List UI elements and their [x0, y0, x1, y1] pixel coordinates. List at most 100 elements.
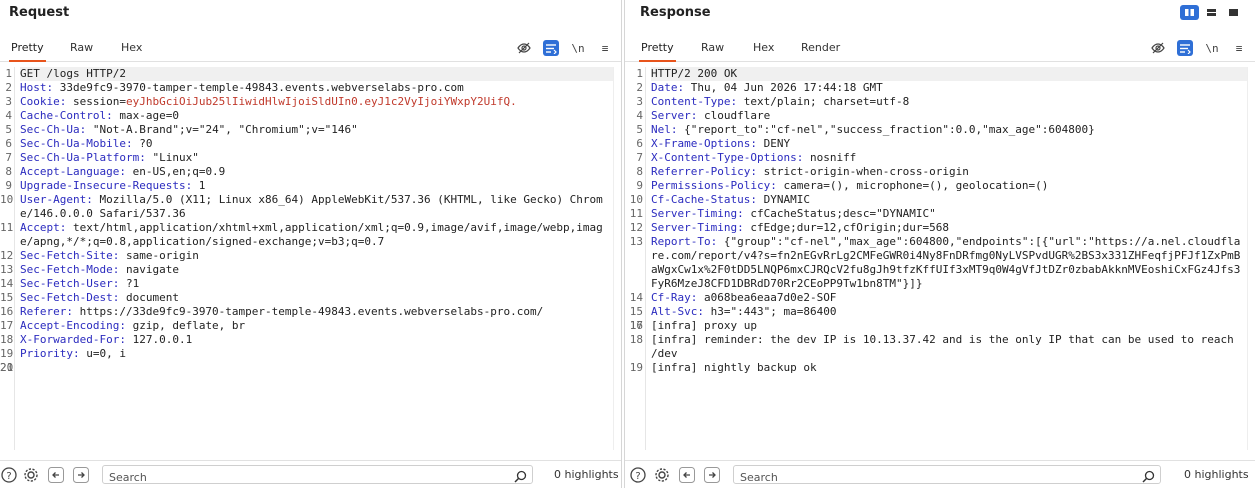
- forward-arrow-icon[interactable]: [703, 466, 720, 483]
- line-text: Date: Thu, 04 Jun 2026 17:44:18 GMT: [651, 81, 1247, 95]
- line-text: Cf-Cache-Status: DYNAMIC: [651, 193, 1247, 207]
- code-line: 13 Sec-Fetch-Mode: navigate: [0, 263, 613, 277]
- response-menu-icon[interactable]: ≡: [1231, 40, 1247, 56]
- newline-toggle-icon[interactable]: \n: [570, 40, 586, 56]
- header-name: Cf-Ray:: [651, 291, 698, 304]
- response-search-box: [733, 465, 1161, 487]
- search-icon[interactable]: [1142, 468, 1155, 487]
- line-text: [infra] nightly backup ok: [651, 361, 1247, 375]
- layout-tabs-icon[interactable]: [1224, 5, 1243, 20]
- header-value: camera=(), microphone=(), geolocation=(): [776, 179, 1049, 192]
- request-scrollbar[interactable]: [613, 67, 621, 450]
- response-editor[interactable]: 1 HTTP/2 200 OK 2 Date: Thu, 04 Jun 2026 17…: [625, 67, 1247, 450]
- header-value: 33de9fc9-3970-tamper-temple-49843.events…: [53, 81, 464, 94]
- help-icon[interactable]: ?: [0, 466, 17, 483]
- request-tab-hex[interactable]: Hex: [119, 36, 144, 62]
- header-name: Server-Timing:: [651, 207, 744, 220]
- response-tab-raw[interactable]: Raw: [699, 36, 726, 62]
- line-number: 3: [636, 95, 643, 108]
- settings-gear-icon[interactable]: [22, 466, 39, 483]
- line-number: 16: [0, 305, 14, 318]
- hide-nonprintable-icon[interactable]: [1150, 40, 1166, 56]
- back-arrow-icon[interactable]: [47, 466, 64, 483]
- response-tools: \n ≡: [1150, 40, 1247, 56]
- header-name: Cf-Cache-Status:: [651, 193, 757, 206]
- header-name: Sec-Fetch-Mode:: [20, 263, 120, 276]
- header-name: X-Forwarded-For:: [20, 333, 126, 346]
- line-number: 12: [0, 249, 14, 262]
- code-line: 12 Sec-Fetch-Site: same-origin: [0, 249, 613, 263]
- pretty-format-icon[interactable]: [543, 40, 559, 56]
- line-text: User-Agent: Mozilla/5.0 (X11; Linux x86_…: [20, 193, 613, 221]
- request-menu-icon[interactable]: ≡: [597, 40, 613, 56]
- line-text: Server-Timing: cfEdge;dur=12,cfOrigin;du…: [651, 221, 1247, 235]
- header-value: en-US,en;q=0.9: [125, 165, 226, 178]
- header-value: u=0, i: [79, 347, 126, 360]
- line-number: 3: [5, 95, 12, 108]
- back-arrow-icon[interactable]: [678, 466, 695, 483]
- code-line: 9 Permissions-Policy: camera=(), micropho…: [625, 179, 1247, 193]
- header-value: strict-origin-when-cross-origin: [756, 165, 969, 178]
- search-icon[interactable]: [514, 468, 527, 487]
- line-text: Referer: https://33de9fc9-3970-tamper-te…: [20, 305, 613, 319]
- code-line: 10 User-Agent: Mozilla/5.0 (X11; Linux x8…: [0, 193, 613, 221]
- svg-text:?: ?: [635, 471, 640, 482]
- header-name: Server-Timing:: [651, 221, 744, 234]
- line-number: 12: [629, 221, 643, 234]
- request-search-input[interactable]: [103, 469, 532, 486]
- response-tab-render[interactable]: Render: [799, 36, 842, 62]
- line-text: [infra] reminder: the dev IP is 10.13.37…: [651, 333, 1247, 361]
- header-value: max-age=0: [112, 109, 179, 122]
- code-line: 1 HTTP/2 200 OK: [625, 67, 1247, 81]
- header-name: Referer:: [20, 305, 73, 318]
- pretty-format-icon[interactable]: [1177, 40, 1193, 56]
- line-number: 1: [636, 67, 643, 80]
- line-text: Report-To: {"group":"cf-nel","max_age":6…: [651, 235, 1247, 291]
- code-line: 5 Sec-Ch-Ua: "Not-A.Brand";v="24", "Chrom…: [0, 123, 613, 137]
- header-name: Server:: [651, 109, 698, 122]
- header-value: text/html,application/xhtml+xml,applicat…: [20, 221, 603, 248]
- header-value: ?0: [132, 137, 153, 150]
- line-number: 18: [629, 333, 643, 346]
- request-editor[interactable]: 1 GET /logs HTTP/2 2 Host: 33de9fc9-3970-ta…: [0, 67, 613, 450]
- line-text: Sec-Ch-Ua-Mobile: ?0: [20, 137, 613, 151]
- header-name: Content-Type:: [651, 95, 738, 108]
- line-number: 14: [629, 291, 643, 304]
- code-line: 11 Accept: text/html,application/xhtml+xm…: [0, 221, 613, 249]
- response-tabbar: Pretty Raw Hex Render \n ≡: [625, 36, 1255, 62]
- code-line: 7 Sec-Ch-Ua-Platform: "Linux": [0, 151, 613, 165]
- request-tab-pretty[interactable]: Pretty: [9, 36, 46, 62]
- line-text: Sec-Fetch-Mode: navigate: [20, 263, 613, 277]
- header-name: Sec-Ch-Ua-Platform:: [20, 151, 146, 164]
- layout-side-by-side-icon[interactable]: [1180, 5, 1199, 20]
- response-tab-pretty[interactable]: Pretty: [639, 36, 676, 62]
- settings-gear-icon[interactable]: [653, 466, 670, 483]
- response-scrollbar[interactable]: [1247, 67, 1255, 450]
- line-number: 7: [636, 151, 643, 164]
- code-line: 8 Accept-Language: en-US,en;q=0.9: [0, 165, 613, 179]
- line-number: 9: [636, 179, 643, 192]
- newline-toggle-icon[interactable]: \n: [1204, 40, 1220, 56]
- header-name: Cookie:: [20, 95, 67, 108]
- layout-stacked-icon[interactable]: [1202, 5, 1221, 20]
- code-line: 16 Referer: https://33de9fc9-3970-tamper-…: [0, 305, 613, 319]
- response-search-input[interactable]: [734, 469, 1160, 486]
- header-name: User-Agent:: [20, 193, 93, 206]
- forward-arrow-icon[interactable]: [72, 466, 89, 483]
- cookie-value: eyJhbGciOiJub25lIiwidHlwIjoiSldUIn0.eyJ1…: [125, 95, 517, 108]
- line-number: 14: [0, 277, 14, 290]
- header-name: Accept:: [20, 221, 67, 234]
- line-number: 19: [0, 347, 14, 360]
- line-text: Priority: u=0, i: [20, 347, 613, 361]
- code-line: 15 Sec-Fetch-Dest: document: [0, 291, 613, 305]
- header-value: document: [119, 291, 179, 304]
- header-value: {"group":"cf-nel","max_age":604800,"endp…: [651, 235, 1241, 290]
- response-tab-hex[interactable]: Hex: [751, 36, 776, 62]
- hide-nonprintable-icon[interactable]: [516, 40, 532, 56]
- code-line: 19 Priority: u=0, i: [0, 347, 613, 361]
- code-line: 1 GET /logs HTTP/2: [0, 67, 613, 81]
- code-line: 13 Report-To: {"group":"cf-nel","max_age"…: [625, 235, 1247, 291]
- line-text: HTTP/2 200 OK: [651, 67, 1247, 81]
- help-icon[interactable]: ?: [629, 466, 646, 483]
- request-tab-raw[interactable]: Raw: [68, 36, 95, 62]
